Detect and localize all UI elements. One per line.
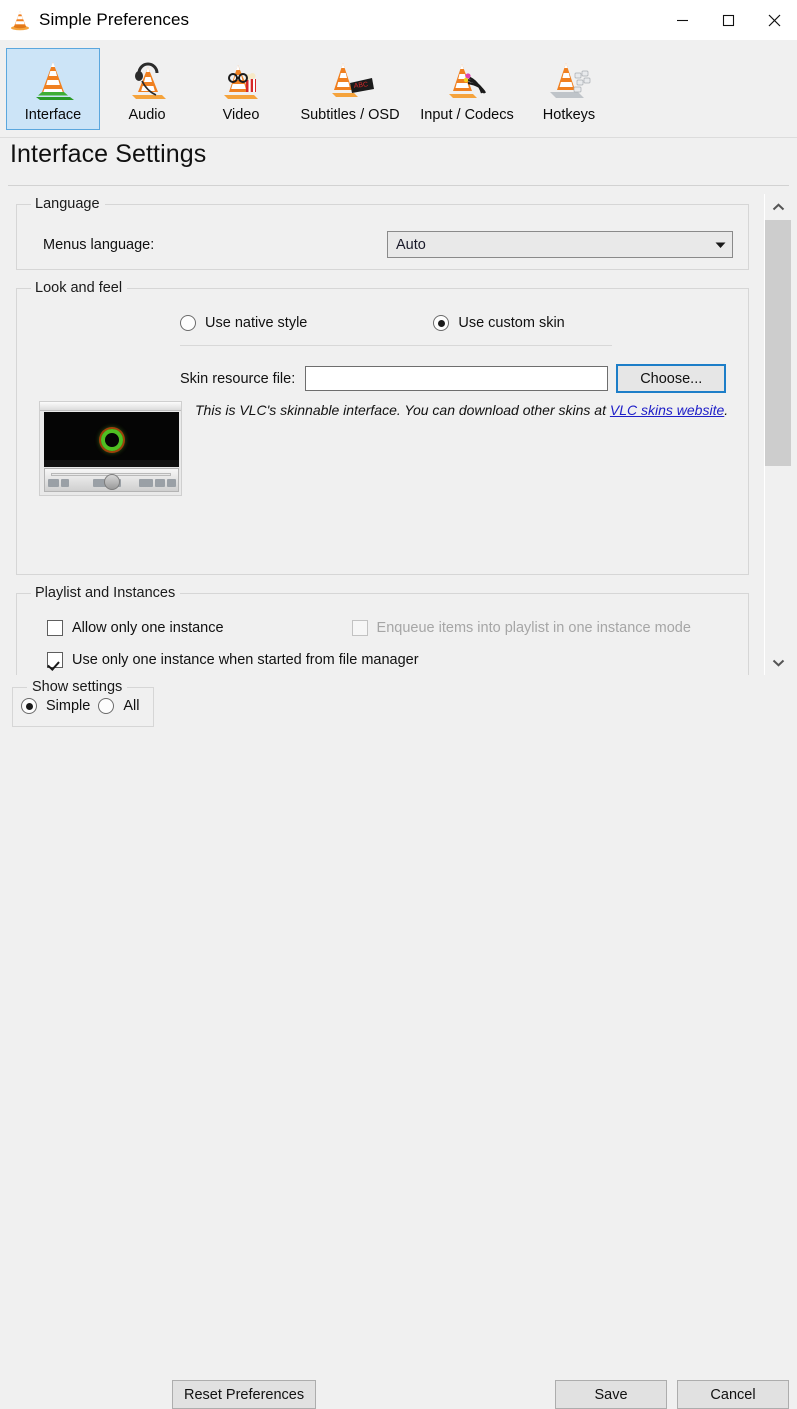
- tab-audio-label: Audio: [128, 107, 165, 123]
- preview-statusbar: [44, 460, 179, 467]
- preview-titlebar: [40, 402, 181, 411]
- tab-subtitles-osd[interactable]: ABC Subtitles / OSD: [288, 48, 412, 130]
- dialog-footer: Show settings Simple All Reset Preferenc…: [0, 678, 797, 736]
- radio-show-simple-label: Simple: [46, 698, 90, 714]
- tab-audio[interactable]: Audio: [100, 48, 194, 130]
- chevron-up-icon[interactable]: [765, 194, 791, 220]
- tab-subtitles-osd-label: Subtitles / OSD: [300, 107, 399, 123]
- radio-simple-indicator: [21, 698, 37, 714]
- tab-hotkeys-label: Hotkeys: [543, 107, 595, 123]
- window-controls: [659, 0, 797, 40]
- chevron-down-icon: [715, 237, 726, 253]
- tab-input-codecs[interactable]: Input / Codecs: [412, 48, 522, 130]
- checkbox-use-one-instance-file-manager[interactable]: Use only one instance when started from …: [47, 652, 419, 668]
- tab-interface-label: Interface: [25, 107, 81, 123]
- look-and-feel-group: Look and feel Use native style Use custo…: [16, 288, 749, 575]
- show-settings-legend: Show settings: [27, 679, 127, 695]
- skin-description-text-1: This is VLC's skinnable interface. You c…: [195, 402, 610, 418]
- page-title: Interface Settings: [10, 140, 206, 169]
- skin-section-divider: [180, 345, 612, 346]
- window-title: Simple Preferences: [39, 10, 189, 30]
- reset-preferences-button[interactable]: Reset Preferences: [172, 1380, 316, 1409]
- vlc-cone-interface-icon: [22, 55, 84, 103]
- radio-use-custom-skin[interactable]: Use custom skin: [433, 315, 564, 331]
- close-icon[interactable]: [751, 0, 797, 40]
- checkbox-indicator: [352, 620, 368, 636]
- cancel-button[interactable]: Cancel: [677, 1380, 789, 1409]
- checkbox-allow-only-one-instance[interactable]: Allow only one instance: [47, 620, 224, 636]
- scrollbar-thumb[interactable]: [765, 220, 791, 466]
- tab-video[interactable]: Video: [194, 48, 288, 130]
- checkbox-enqueue-items: Enqueue items into playlist in one insta…: [352, 620, 691, 636]
- skin-resource-row: Skin resource file: Choose...: [180, 364, 726, 393]
- playlist-and-instances-group: Playlist and Instances Allow only one in…: [16, 593, 749, 675]
- vlc-cone-keyboard-icon: [538, 55, 600, 103]
- checkbox-enqueue-items-label: Enqueue items into playlist in one insta…: [377, 620, 691, 636]
- vlc-cone-headphones-icon: [116, 55, 178, 103]
- skin-preview-thumbnail: [39, 401, 182, 496]
- menus-language-select[interactable]: Auto: [387, 231, 733, 258]
- playlist-group-legend: Playlist and Instances: [31, 585, 180, 601]
- skin-resource-label: Skin resource file:: [180, 371, 295, 387]
- maximize-icon[interactable]: [705, 0, 751, 40]
- preview-visualizer: [101, 429, 123, 451]
- checkbox-indicator: [47, 652, 63, 668]
- radio-custom-skin-indicator: [433, 315, 449, 331]
- language-group: Language Menus language: Auto: [16, 204, 749, 270]
- choose-button[interactable]: Choose...: [616, 364, 726, 393]
- settings-scrollbar[interactable]: [764, 194, 790, 675]
- save-button[interactable]: Save: [555, 1380, 667, 1409]
- skin-resource-input[interactable]: [305, 366, 608, 391]
- settings-scroll-viewport: Language Menus language: Auto Look and f…: [8, 194, 757, 675]
- settings-content: Language Menus language: Auto Look and f…: [8, 194, 757, 675]
- radio-use-native-style-label: Use native style: [205, 315, 307, 331]
- language-group-legend: Language: [31, 196, 105, 212]
- radio-native-indicator: [180, 315, 196, 331]
- chevron-down-icon[interactable]: [765, 649, 791, 675]
- checkbox-allow-only-one-instance-label: Allow only one instance: [72, 620, 224, 636]
- preview-controls: [44, 468, 179, 492]
- checkbox-use-one-instance-file-manager-label: Use only one instance when started from …: [72, 652, 419, 668]
- radio-use-custom-skin-label: Use custom skin: [458, 315, 564, 331]
- preview-play-button: [104, 474, 120, 490]
- radio-show-all[interactable]: All: [98, 698, 139, 714]
- vlc-cone-glasses-popcorn-icon: [210, 55, 272, 103]
- radio-show-all-label: All: [123, 698, 139, 714]
- radio-show-simple[interactable]: Simple: [21, 698, 90, 714]
- menus-language-label: Menus language:: [43, 237, 154, 253]
- skin-description: This is VLC's skinnable interface. You c…: [195, 401, 740, 420]
- tab-input-codecs-label: Input / Codecs: [420, 107, 514, 123]
- look-and-feel-group-legend: Look and feel: [31, 280, 127, 296]
- vlc-skins-website-link[interactable]: VLC skins website: [610, 402, 724, 418]
- preferences-category-toolbar: Interface Audio: [0, 40, 797, 138]
- vlc-cone-cables-icon: [436, 55, 498, 103]
- vlc-cone-icon: [9, 9, 31, 31]
- minimize-icon[interactable]: [659, 0, 705, 40]
- tab-hotkeys[interactable]: Hotkeys: [522, 48, 616, 130]
- tab-video-label: Video: [223, 107, 260, 123]
- radio-all-indicator: [98, 698, 114, 714]
- window-titlebar: Simple Preferences: [0, 0, 797, 40]
- scrollbar-track[interactable]: [765, 220, 791, 649]
- radio-use-native-style[interactable]: Use native style: [180, 315, 307, 331]
- show-settings-group: Show settings Simple All: [12, 687, 154, 727]
- checkbox-indicator: [47, 620, 63, 636]
- preview-video-area: [44, 412, 179, 467]
- heading-divider: [8, 185, 789, 186]
- vlc-cone-marquee-icon: ABC: [319, 55, 381, 103]
- menus-language-value: Auto: [396, 237, 715, 253]
- skin-description-text-2: .: [724, 402, 728, 418]
- tab-interface[interactable]: Interface: [6, 48, 100, 130]
